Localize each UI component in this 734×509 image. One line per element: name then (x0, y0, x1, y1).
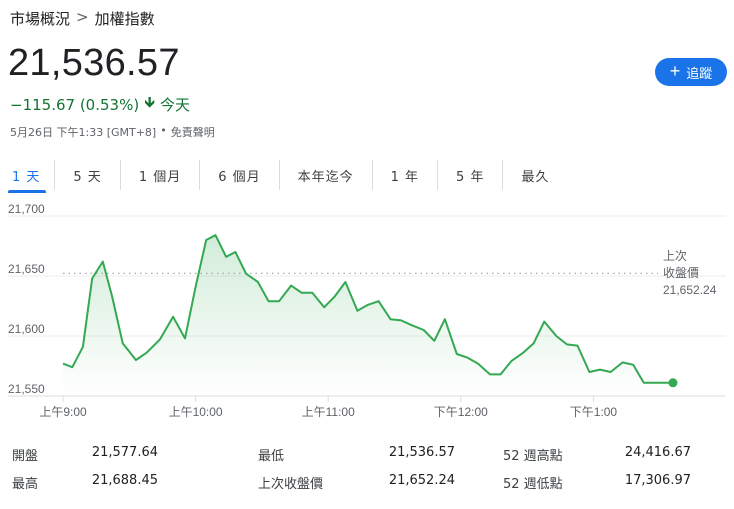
disclaimer-link[interactable]: 免責聲明 (171, 124, 215, 140)
tab-5-years[interactable]: 5 年 (438, 160, 504, 190)
change-value: −115.67 (0.53%) (10, 95, 140, 114)
stat-value: 21,577.64 (91, 445, 158, 460)
breadcrumb-current: 加權指數 (94, 10, 155, 28)
stat-value: 21,652.24 (388, 473, 455, 488)
tab-1-year[interactable]: 1 年 (373, 160, 439, 190)
tab-6-months[interactable]: 6 個月 (200, 160, 280, 190)
quote-timestamp: 5月26日 下午1:33 [GMT+8] (10, 126, 157, 139)
breadcrumb-parent-link[interactable]: 市場概況 (10, 8, 70, 29)
x-tick-label: 上午11:00 (302, 405, 355, 419)
plus-icon: + (669, 61, 681, 81)
stat-value: 24,416.67 (624, 445, 691, 460)
tab-max[interactable]: 最久 (503, 160, 567, 190)
change-period: 今天 (159, 96, 190, 114)
x-tick-label: 下午12:00 (434, 405, 488, 419)
previous-close-label: 上次 (663, 249, 687, 263)
previous-close-label: 收盤價 (663, 266, 699, 280)
price-change: −115.67 (0.53%) 🡻 今天 (10, 92, 190, 117)
tab-ytd[interactable]: 本年迄今 (280, 160, 373, 190)
quote-meta: 5月26日 下午1:33 [GMT+8] • 免責聲明 (10, 124, 215, 140)
tab-5-days[interactable]: 5 天 (55, 160, 121, 190)
previous-close-value: 21,652.24 (663, 283, 717, 297)
tab-1-month[interactable]: 1 個月 (121, 160, 201, 190)
arrow-down-icon: 🡻 (144, 93, 155, 111)
x-tick-label: 下午1:00 (570, 405, 618, 419)
stat-value: 21,688.45 (91, 473, 158, 488)
last-price-dot (668, 378, 678, 388)
follow-button-label: 追蹤 (686, 65, 713, 81)
price-chart[interactable]: 21,55021,60021,65021,700 上次收盤價21,652.24 … (0, 200, 734, 430)
x-tick-label: 上午10:00 (169, 405, 223, 419)
y-tick-label: 21,650 (8, 262, 45, 276)
tab-1-day[interactable]: 1 天 (0, 160, 56, 193)
y-tick-label: 21,550 (8, 382, 45, 396)
follow-button[interactable]: + 追蹤 (655, 58, 727, 86)
stat-value: 17,306.97 (624, 473, 691, 488)
breadcrumb: 市場概況 > 加權指數 (10, 8, 155, 29)
stat-value: 21,536.57 (388, 445, 455, 460)
current-price: 21,536.57 (8, 42, 180, 84)
price-area-fill (63, 235, 673, 396)
breadcrumb-separator: > (76, 8, 89, 26)
x-tick-label: 上午9:00 (39, 405, 87, 419)
y-tick-label: 21,700 (8, 202, 45, 216)
range-tabs: 1 天 5 天 1 個月 6 個月 本年迄今 1 年 5 年 最久 (0, 160, 567, 193)
y-tick-label: 21,600 (8, 322, 45, 336)
meta-bullet: • (160, 124, 167, 137)
